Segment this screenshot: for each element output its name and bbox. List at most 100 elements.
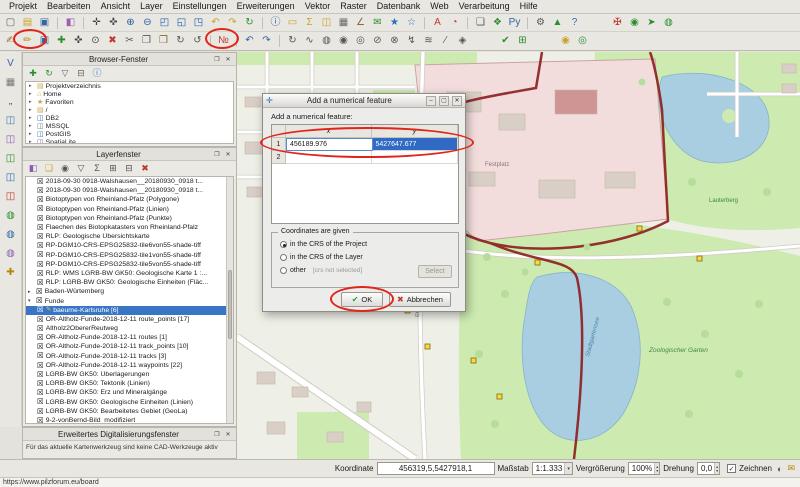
menu-item[interactable]: Datenbank [372, 0, 426, 13]
toolbar-button[interactable] [467, 17, 468, 29]
pan-map-icon[interactable]: ✛ [88, 15, 105, 31]
select-by-expression-icon[interactable]: Σ [301, 15, 318, 31]
radio-icon[interactable] [280, 254, 287, 261]
x-empty-cell[interactable] [286, 151, 372, 164]
save-layer-edits-icon[interactable]: ▣ [36, 33, 53, 49]
browser-properties-icon[interactable]: ⓘ [90, 67, 104, 80]
expander-icon[interactable]: ▸ [28, 289, 34, 295]
close-panel-icon[interactable]: ✕ [223, 429, 233, 439]
layer-row[interactable]: ☒ RP-DGM10-CRS-EPSG25832-tile5von55-shad… [26, 260, 233, 269]
layer-row[interactable]: ☒ OR-Altholz-Funde-2018-12-11 track_poin… [26, 342, 233, 351]
copy-features-icon[interactable]: ❐ [138, 33, 155, 49]
add-delimited-text-icon[interactable]: „ [2, 92, 20, 111]
delete-ring-icon[interactable]: ⊘ [369, 33, 386, 49]
coordinate-label[interactable]: Koordinate [335, 464, 374, 473]
menu-item[interactable]: Bearbeiten [42, 0, 96, 13]
street-view-icon[interactable]: ◉ [557, 33, 574, 49]
collapse-browser-icon[interactable]: ⊟ [74, 67, 88, 80]
toolbar-button[interactable] [236, 35, 237, 47]
browser-item[interactable]: ▸ ★ Favoriten [26, 98, 233, 106]
undo-icon[interactable]: ↶ [241, 33, 258, 49]
browser-item[interactable]: ▸ ◫ SpatiaLite [26, 138, 233, 144]
float-panel-icon[interactable]: ❐ [212, 149, 222, 159]
browser-tree[interactable]: ▸ ▤ Projektverzeichnis ▸ ⌂ Home ▸ ★ Favo… [25, 81, 234, 144]
menu-item[interactable]: Hilfe [515, 0, 543, 13]
layer-checkbox[interactable]: ☒ [37, 242, 44, 250]
y-empty-cell[interactable] [372, 151, 458, 164]
menu-item[interactable]: Web [425, 0, 453, 13]
filter-legend-icon[interactable]: ▽ [74, 162, 88, 175]
layer-checkbox[interactable]: ☒ [37, 306, 44, 314]
layer-row[interactable]: ☒ Biotoptypen von Rheinland-Pfalz (Punkt… [26, 214, 233, 223]
add-vector-layer-icon[interactable]: V [2, 54, 20, 73]
add-group-icon[interactable]: ❏ [42, 162, 56, 175]
add-wfs-layer-icon[interactable]: ◍ [2, 225, 20, 244]
layer-checkbox[interactable]: ☒ [37, 408, 44, 416]
identify-features-icon[interactable]: ⓘ [267, 15, 284, 31]
add-raster-layer-icon[interactable]: ▦ [2, 73, 20, 92]
layer-checkbox[interactable]: ☒ [37, 233, 44, 241]
zoom-to-layer-icon[interactable]: ◳ [190, 15, 207, 31]
layer-row[interactable]: ☒ LGRB-BW GK50: Bearbeitetes Gebiet (Geo… [26, 407, 233, 416]
magnifier-spinbox[interactable]: 100% ▴▾ [628, 462, 660, 475]
layer-checkbox[interactable]: ☒ [37, 352, 44, 360]
offset-point-symbol-icon[interactable]: ↺ [189, 33, 206, 49]
show-bookmarks-icon[interactable]: ☆ [403, 15, 420, 31]
current-edits-icon[interactable]: ✍ [2, 33, 19, 49]
layer-row[interactable]: ☒ OR-Altholz-Funde-2018-12-11 route_poin… [26, 315, 233, 324]
y-value-cell[interactable]: 5427647.677 [373, 138, 459, 151]
gps-tools-icon[interactable]: ➤ [643, 15, 660, 31]
zoom-last-icon[interactable]: ↶ [207, 15, 224, 31]
expander-icon[interactable]: ▾ [28, 298, 34, 304]
layer-checkbox[interactable]: ☒ [37, 380, 44, 388]
layer-row[interactable]: ☒ ✎ baeume-Karlsruhe [6] [26, 306, 233, 315]
zoom-out-icon[interactable]: ⊖ [139, 15, 156, 31]
toolbar-button[interactable] [583, 15, 609, 31]
remove-layer-icon[interactable]: ✖ [138, 162, 152, 175]
menu-item[interactable]: Projekt [4, 0, 42, 13]
x-value-cell[interactable]: 456189.976 [286, 138, 373, 151]
split-features-icon[interactable]: ∕ [437, 33, 454, 49]
expander-icon[interactable]: ▸ [29, 123, 35, 129]
expander-icon[interactable]: ▸ [29, 115, 35, 121]
paste-features-icon[interactable]: ❒ [155, 33, 172, 49]
style-manager-icon[interactable]: ◧ [62, 15, 79, 31]
new-map-view-icon[interactable]: ❏ [472, 15, 489, 31]
reshape-features-icon[interactable]: ↯ [403, 33, 420, 49]
add-feature-icon[interactable]: ✚ [53, 33, 70, 49]
scrollbar-thumb[interactable] [228, 270, 232, 339]
rotation-spinbox[interactable]: 0,0 ▴▾ [697, 462, 720, 475]
layer-row[interactable]: ☒ 9-2-vonBernd-Bild_modifiziert [26, 416, 233, 424]
close-panel-icon[interactable]: ✕ [223, 54, 233, 64]
rotate-feature-icon[interactable]: ↻ [284, 33, 301, 49]
cancel-button[interactable]: ✖ Abbrechen [389, 292, 451, 307]
menu-item[interactable]: Vektor [300, 0, 336, 13]
layer-checkbox[interactable]: ☒ [37, 325, 44, 333]
toolbar-button[interactable] [471, 33, 497, 49]
layer-checkbox[interactable]: ☒ [37, 196, 44, 204]
menu-item[interactable]: Ansicht [96, 0, 136, 13]
layers-list[interactable]: ☒ 2018-09-30 0918-Walshausen__20180930_0… [25, 176, 234, 424]
zoom-in-icon[interactable]: ⊕ [122, 15, 139, 31]
add-oracle-layer-icon[interactable]: ◫ [2, 187, 20, 206]
layer-row[interactable]: ☒ RP-DGM10-CRS-EPSG25832-tile1von55-shad… [26, 251, 233, 260]
add-ring-icon[interactable]: ◍ [318, 33, 335, 49]
refresh-browser-icon[interactable]: ↻ [42, 67, 56, 80]
layer-row[interactable]: ☒ OR-Altholz-Funde-2018-12-11 tracks [3] [26, 352, 233, 361]
add-spatialite-layer-icon[interactable]: ◫ [2, 130, 20, 149]
map-tips-icon[interactable]: ✉ [369, 15, 386, 31]
scale-combo[interactable]: 1:1.333 ▾ [532, 462, 573, 475]
messages-icon[interactable]: ✉ [787, 463, 795, 474]
topology-checker-icon[interactable]: ⊞ [514, 33, 531, 49]
add-wms-layer-icon[interactable]: ◍ [2, 206, 20, 225]
expander-icon[interactable]: ▸ [29, 131, 35, 137]
radio-crs-other[interactable]: other [crs not selected] [280, 267, 362, 274]
filter-browser-icon[interactable]: ▽ [58, 67, 72, 80]
toolbar-button[interactable] [527, 17, 528, 29]
layer-checkbox[interactable]: ☒ [37, 224, 44, 232]
menu-item[interactable]: Raster [335, 0, 372, 13]
menu-item[interactable]: Layer [135, 0, 168, 13]
add-db2-layer-icon[interactable]: ◫ [2, 168, 20, 187]
expander-icon[interactable]: ▸ [29, 99, 35, 105]
layer-row[interactable]: ☒ Biotoptypen von Rheinland-Pfalz (Polyg… [26, 195, 233, 204]
